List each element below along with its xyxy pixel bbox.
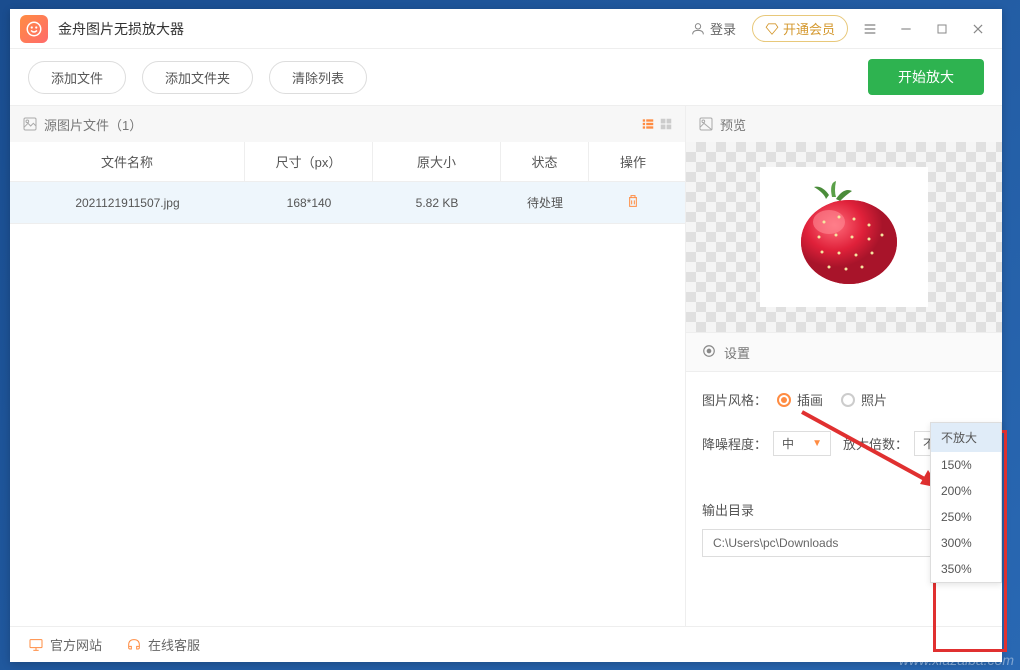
chevron-down-icon: ▼: [812, 438, 822, 449]
clear-list-button[interactable]: 清除列表: [269, 61, 367, 94]
scale-label: 放大倍数：: [843, 434, 908, 453]
noise-label: 降噪程度：: [702, 434, 767, 453]
scale-option[interactable]: 150%: [931, 452, 1001, 478]
delete-button[interactable]: [625, 193, 641, 212]
right-panel: 预览 设置: [686, 106, 1002, 626]
preview-header: 预览: [686, 106, 1002, 142]
minimize-icon: [899, 22, 913, 36]
file-list-panel: 源图片文件（1） 文件名称 尺寸（px） 原大小 状态 操作 202112191…: [10, 106, 686, 626]
trash-icon: [625, 193, 641, 209]
close-button[interactable]: [964, 15, 992, 43]
style-illustration-radio[interactable]: 插画: [777, 390, 823, 409]
support-link[interactable]: 在线客服: [126, 635, 200, 654]
headset-icon: [126, 637, 142, 653]
user-icon: [690, 21, 706, 37]
vip-button[interactable]: 开通会员: [752, 15, 848, 42]
style-photo-radio[interactable]: 照片: [841, 390, 887, 409]
menu-button[interactable]: [856, 15, 884, 43]
col-header-name: 文件名称: [10, 142, 245, 181]
col-header-size: 尺寸（px）: [245, 142, 373, 181]
table-header: 文件名称 尺寸（px） 原大小 状态 操作: [10, 142, 685, 182]
maximize-icon: [936, 23, 948, 35]
settings-body: 图片风格： 插画 照片 降噪程度：: [686, 372, 1002, 575]
col-header-status: 状态: [501, 142, 589, 181]
style-label: 图片风格：: [702, 390, 767, 409]
scale-option[interactable]: 200%: [931, 478, 1001, 504]
scale-option[interactable]: 250%: [931, 504, 1001, 530]
maximize-button[interactable]: [928, 15, 956, 43]
website-link[interactable]: 官方网站: [28, 635, 102, 654]
add-file-button[interactable]: 添加文件: [28, 61, 126, 94]
login-button[interactable]: 登录: [682, 15, 744, 42]
statusbar: 官方网站 在线客服: [10, 626, 1002, 662]
diamond-icon: [765, 22, 779, 36]
settings-header: 设置: [686, 332, 1002, 372]
watermark: www.xiazaiba.com: [893, 650, 1020, 670]
close-icon: [971, 22, 985, 36]
scale-option[interactable]: 350%: [931, 556, 1001, 582]
cell-size: 168*140: [245, 182, 373, 223]
view-toggle[interactable]: [641, 117, 673, 131]
style-radio-group: 插画 照片: [777, 390, 887, 409]
menu-icon: [862, 21, 878, 37]
toolbar: 添加文件 添加文件夹 清除列表 开始放大: [10, 49, 1002, 105]
radio-checked-icon: [777, 393, 791, 407]
style-row: 图片风格： 插画 照片: [702, 390, 986, 409]
cell-action: [589, 182, 677, 223]
preview-icon: [698, 116, 714, 132]
list-view-icon[interactable]: [641, 117, 655, 131]
titlebar: 金舟图片无损放大器 登录 开通会员: [10, 9, 1002, 49]
noise-select[interactable]: 中 ▼: [773, 431, 831, 456]
cell-name: 2021121911507.jpg: [10, 182, 245, 223]
table-row[interactable]: 2021121911507.jpg 168*140 5.82 KB 待处理: [10, 182, 685, 224]
source-files-header: 源图片文件（1）: [10, 106, 685, 142]
cell-status: 待处理: [501, 182, 589, 223]
cell-orig: 5.82 KB: [373, 182, 501, 223]
monitor-icon: [28, 637, 44, 653]
image-icon: [22, 116, 38, 132]
settings-radio-icon: [702, 344, 716, 361]
preview-area: [686, 142, 1002, 332]
col-header-orig: 原大小: [373, 142, 501, 181]
radio-unchecked-icon: [841, 393, 855, 407]
scale-dropdown: 不放大 150% 200% 250% 300% 350%: [930, 422, 1002, 583]
app-title: 金舟图片无损放大器: [58, 19, 682, 39]
col-header-action: 操作: [589, 142, 677, 181]
app-window: 金舟图片无损放大器 登录 开通会员 添加文件: [10, 9, 1002, 662]
scale-option[interactable]: 不放大: [931, 423, 1001, 452]
title-actions: 登录 开通会员: [682, 15, 992, 43]
app-logo-icon: [20, 15, 48, 43]
scale-option[interactable]: 300%: [931, 530, 1001, 556]
preview-image: [760, 167, 928, 307]
minimize-button[interactable]: [892, 15, 920, 43]
start-button[interactable]: 开始放大: [868, 59, 984, 95]
main-area: 源图片文件（1） 文件名称 尺寸（px） 原大小 状态 操作 202112191…: [10, 105, 1002, 626]
grid-view-icon[interactable]: [659, 117, 673, 131]
add-folder-button[interactable]: 添加文件夹: [142, 61, 253, 94]
